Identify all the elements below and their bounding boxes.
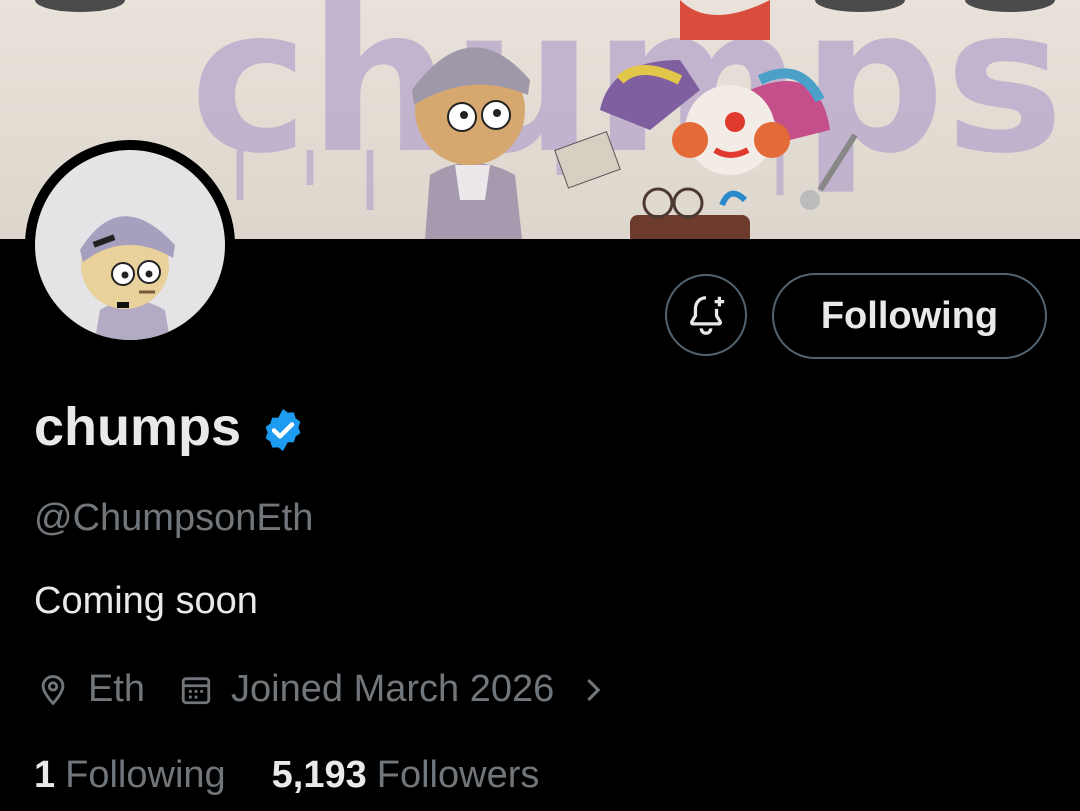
followers-label: Followers	[376, 754, 540, 796]
followers-stat[interactable]: 5,193 Followers	[272, 754, 540, 797]
following-button[interactable]: Following	[772, 273, 1047, 359]
follow-stats: 1 Following 5,193 Followers	[34, 754, 539, 797]
verified-badge-icon[interactable]	[259, 406, 307, 454]
display-name: chumps	[34, 397, 242, 457]
location-pin-icon	[41, 674, 65, 706]
location: Eth	[36, 668, 145, 711]
name-row: chumps	[34, 396, 307, 458]
bell-plus-icon	[690, 296, 725, 335]
profile-meta: Eth Joined March 2026	[36, 668, 622, 711]
calendar-icon	[181, 676, 211, 704]
handle: @ChumpsonEth	[34, 497, 314, 539]
joined-text: Joined March 2026	[231, 668, 555, 710]
bio: Coming soon	[34, 580, 258, 622]
following-label: Following	[65, 754, 226, 796]
joined-date: Joined March 2026	[179, 668, 554, 711]
following-count: 1	[34, 754, 56, 796]
following-stat[interactable]: 1 Following	[34, 754, 226, 797]
location-text: Eth	[88, 668, 146, 710]
followers-count: 5,193	[271, 754, 367, 796]
chevron-right-icon[interactable]	[584, 673, 604, 707]
avatar-image	[35, 150, 225, 340]
profile-avatar[interactable]	[25, 140, 235, 350]
notify-button[interactable]	[665, 274, 747, 356]
